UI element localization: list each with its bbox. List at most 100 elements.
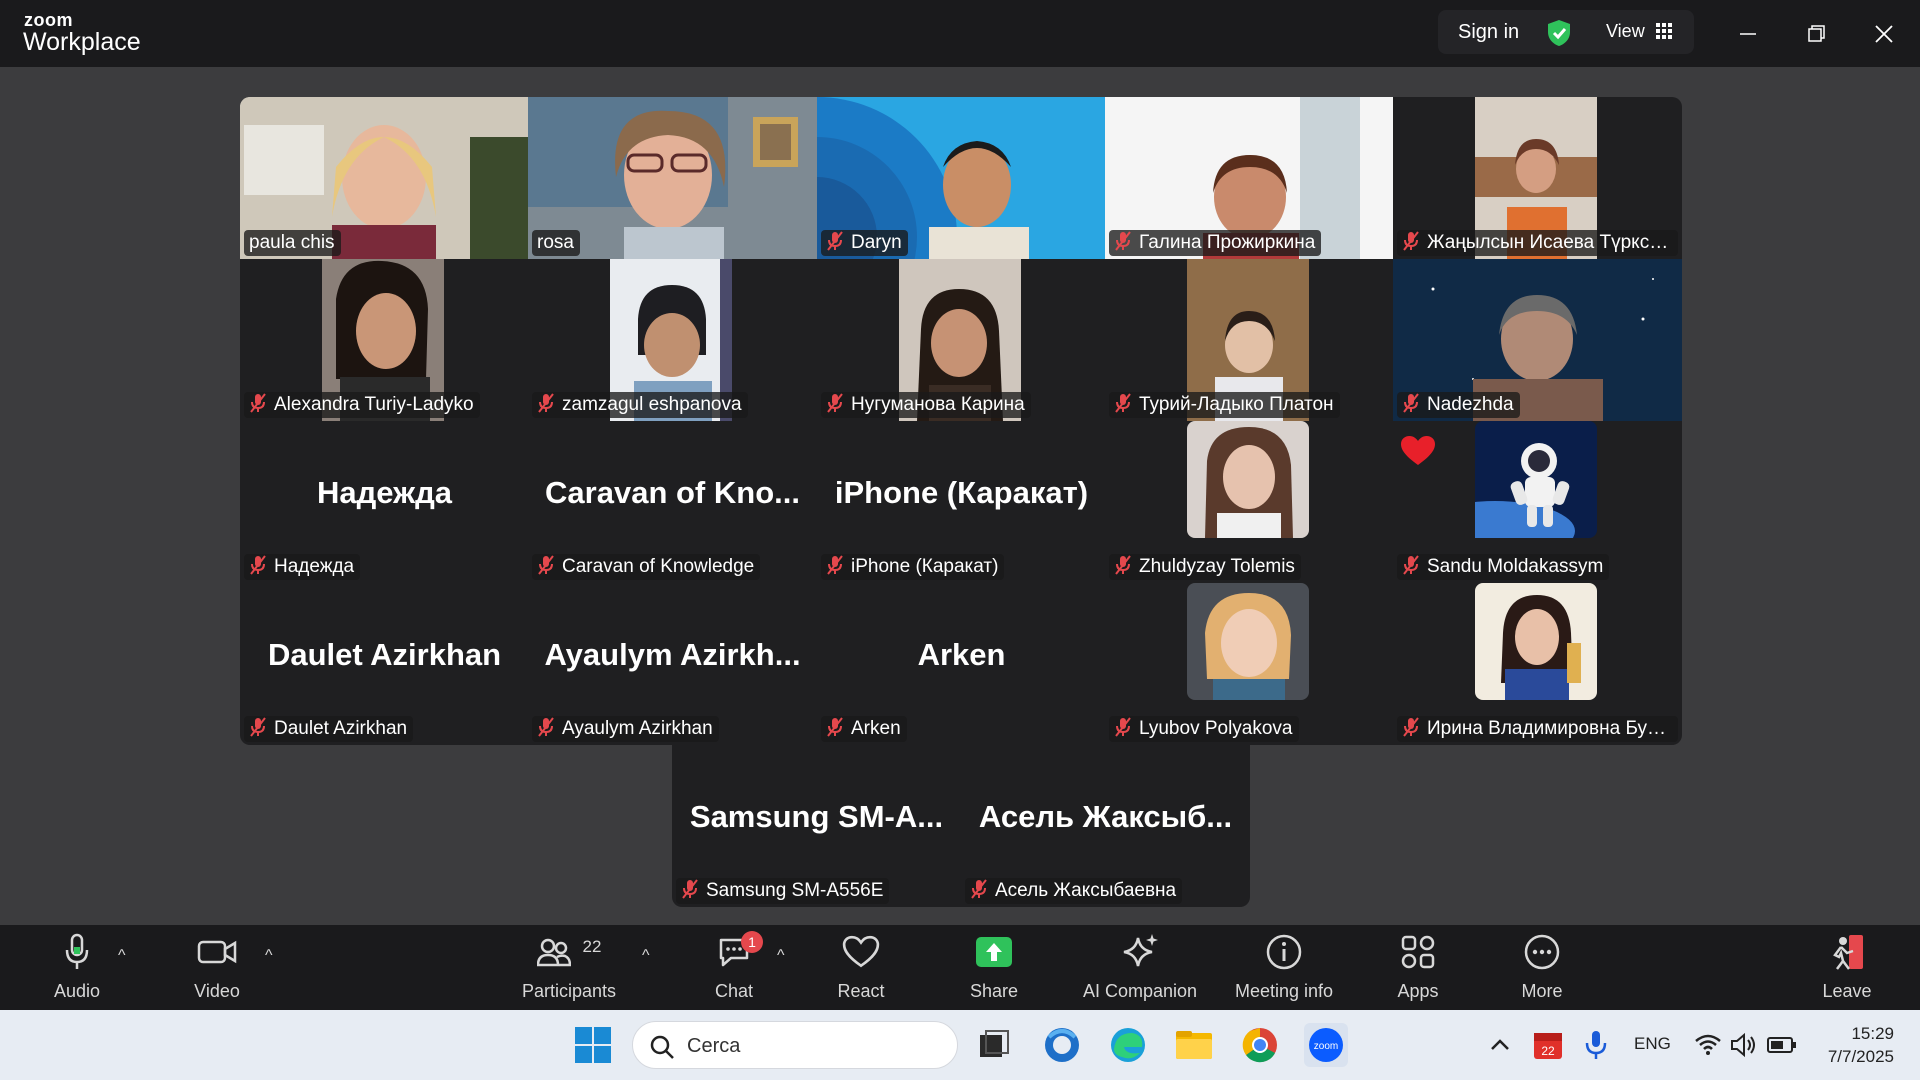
mic-muted-icon (537, 717, 555, 742)
video-tile-no-video[interactable]: Caravan of Kno... Caravan of Knowledge (528, 421, 817, 583)
video-tile[interactable]: Nadezhda (1393, 259, 1682, 421)
battery-icon[interactable] (1760, 1023, 1804, 1067)
participant-name-label: Асель Жаксыбаевна (965, 878, 1183, 904)
participant-avatar-photo (1475, 583, 1597, 700)
video-button[interactable]: Video (152, 933, 282, 1002)
ai-companion-button[interactable]: AI Companion (1075, 933, 1205, 1002)
participant-name-label: Жаңылсын Исаева Түркси... (1397, 230, 1678, 256)
participant-name-label: Турий-Ладыко Платон (1109, 392, 1340, 418)
audio-options-caret-icon[interactable]: ^ (118, 947, 126, 965)
video-tile[interactable]: Жаңылсын Исаева Түркси... (1393, 97, 1682, 259)
audio-button[interactable]: Audio (12, 933, 142, 1002)
edge-browser-icon[interactable] (1106, 1023, 1150, 1067)
chrome-browser-icon[interactable] (1238, 1023, 1282, 1067)
task-view-icon[interactable] (972, 1023, 1016, 1067)
participants-button[interactable]: 22 Participants (504, 933, 634, 1002)
meeting-toolbar: Audio ^ Video ^ 22 Participants ^ 1 Chat… (0, 925, 1920, 1010)
mic-muted-icon (826, 555, 844, 580)
clock-date: 7/7/2025 (1827, 1047, 1894, 1066)
participant-name-label: Zhuldyzay Tolemis (1109, 554, 1301, 580)
video-gallery: paula chis rosa Daryn Галина Прожиркина … (0, 67, 1920, 925)
video-tile-no-video[interactable]: Надежда Надежда (240, 421, 529, 583)
file-explorer-icon[interactable] (1172, 1023, 1216, 1067)
svg-text:zoom: zoom (1314, 1041, 1338, 1052)
chat-button[interactable]: 1 Chat (669, 931, 799, 1002)
video-tile-no-video[interactable]: Samsung SM-A... Samsung SM-A556E (672, 745, 961, 907)
zoom-app-icon[interactable]: zoom (1304, 1023, 1348, 1067)
title-bar: zoom Workplace Sign in View (0, 0, 1920, 67)
taskbar-search-box[interactable]: Cerca (632, 1021, 958, 1069)
microphone-tray-icon[interactable] (1574, 1023, 1618, 1067)
participant-name-label: Nadezhda (1397, 392, 1520, 418)
more-dots-icon (1523, 933, 1561, 976)
participant-name-label: Alexandra Turiy-Ladyko (244, 392, 480, 418)
video-tile-no-video[interactable]: Ayaulym Azirkh... Ayaulym Azirkhan (528, 583, 817, 745)
mic-muted-icon (681, 879, 699, 904)
video-tile[interactable]: Zhuldyzay Tolemis (1105, 421, 1394, 583)
minimize-icon[interactable] (1730, 16, 1766, 52)
participant-display-name: Samsung SM-A... (689, 799, 944, 834)
more-button[interactable]: More (1477, 933, 1607, 1002)
mic-muted-icon (537, 555, 555, 580)
mic-muted-icon (249, 717, 267, 742)
meeting-info-button[interactable]: Meeting info (1219, 933, 1349, 1002)
app-logo-workplace: Workplace (23, 28, 141, 56)
react-button[interactable]: React (796, 933, 926, 1002)
sign-in-button[interactable]: Sign in (1458, 21, 1519, 44)
video-tile-no-video[interactable]: Arken Arken (817, 583, 1106, 745)
restore-icon[interactable] (1798, 16, 1834, 52)
mic-icon (65, 933, 89, 976)
participant-display-name: Надежда (316, 475, 453, 510)
video-tile[interactable]: Галина Прожиркина (1105, 97, 1394, 259)
participant-name-label: Samsung SM-A556E (676, 878, 890, 904)
view-button[interactable]: View (1606, 21, 1645, 42)
mic-muted-icon (1114, 393, 1132, 418)
leave-button[interactable]: Leave (1782, 933, 1912, 1002)
video-tile[interactable]: Турий-Ладыко Платон (1105, 259, 1394, 421)
participant-name-label: Daulet Azirkhan (244, 716, 414, 742)
video-tile-no-video[interactable]: iPhone (Каракат) iPhone (Каракат) (817, 421, 1106, 583)
shield-check-icon[interactable] (1546, 19, 1572, 52)
video-tile[interactable]: Ирина Владимировна Буто... (1393, 583, 1682, 745)
heart-outline-icon (842, 935, 880, 974)
apps-button[interactable]: Apps (1353, 933, 1483, 1002)
video-tile[interactable]: Daryn (817, 97, 1106, 259)
participant-name-label: Ayaulym Azirkhan (532, 716, 719, 742)
participants-options-caret-icon[interactable]: ^ (642, 947, 650, 965)
system-clock[interactable]: 15:29 7/7/2025 (1828, 1022, 1894, 1068)
grid-icon[interactable] (1656, 23, 1673, 45)
participant-display-name: Caravan of Kno... (545, 475, 800, 510)
calendar-app-icon[interactable]: 22 (1526, 1023, 1570, 1067)
video-options-caret-icon[interactable]: ^ (265, 947, 273, 965)
windows-start-icon[interactable] (571, 1023, 615, 1067)
mic-muted-icon (1402, 393, 1420, 418)
mic-muted-icon (1402, 555, 1420, 580)
video-tile-no-video[interactable]: Асель Жаксыб... Асель Жаксыбаевна (961, 745, 1250, 907)
browser-app-icon[interactable] (1040, 1023, 1084, 1067)
mic-muted-icon (826, 717, 844, 742)
participant-display-name: Daulet Azirkhan (267, 637, 502, 672)
sparkle-icon (1120, 932, 1160, 977)
participant-display-name: iPhone (Каракат) (834, 475, 1089, 510)
mic-muted-icon (826, 393, 844, 418)
video-tile[interactable]: paula chis (240, 97, 529, 259)
share-button[interactable]: Share (929, 933, 1059, 1002)
mic-muted-icon (1114, 555, 1132, 580)
input-language[interactable]: ENG (1634, 1034, 1671, 1054)
video-tile[interactable]: Lyubov Polyakova (1105, 583, 1394, 745)
video-tile[interactable]: zamzagul eshpanova (528, 259, 817, 421)
chat-options-caret-icon[interactable]: ^ (777, 947, 785, 965)
participant-name-label: Arken (821, 716, 907, 742)
video-camera-icon (197, 939, 237, 970)
participant-name-label: Галина Прожиркина (1109, 230, 1322, 256)
video-tile-active-speaker[interactable]: rosa (528, 97, 817, 259)
apps-icon (1400, 934, 1436, 975)
video-tile[interactable]: Нугуманова Карина (817, 259, 1106, 421)
search-placeholder: Cerca (687, 1035, 741, 1057)
close-icon[interactable] (1866, 16, 1902, 52)
share-arrow-icon (975, 936, 1013, 973)
video-tile[interactable]: Alexandra Turiy-Ladyko (240, 259, 529, 421)
video-tile-no-video[interactable]: Daulet Azirkhan Daulet Azirkhan (240, 583, 529, 745)
video-tile[interactable]: Sandu Moldakassym (1393, 421, 1682, 583)
show-hidden-icons-icon[interactable] (1478, 1023, 1522, 1067)
